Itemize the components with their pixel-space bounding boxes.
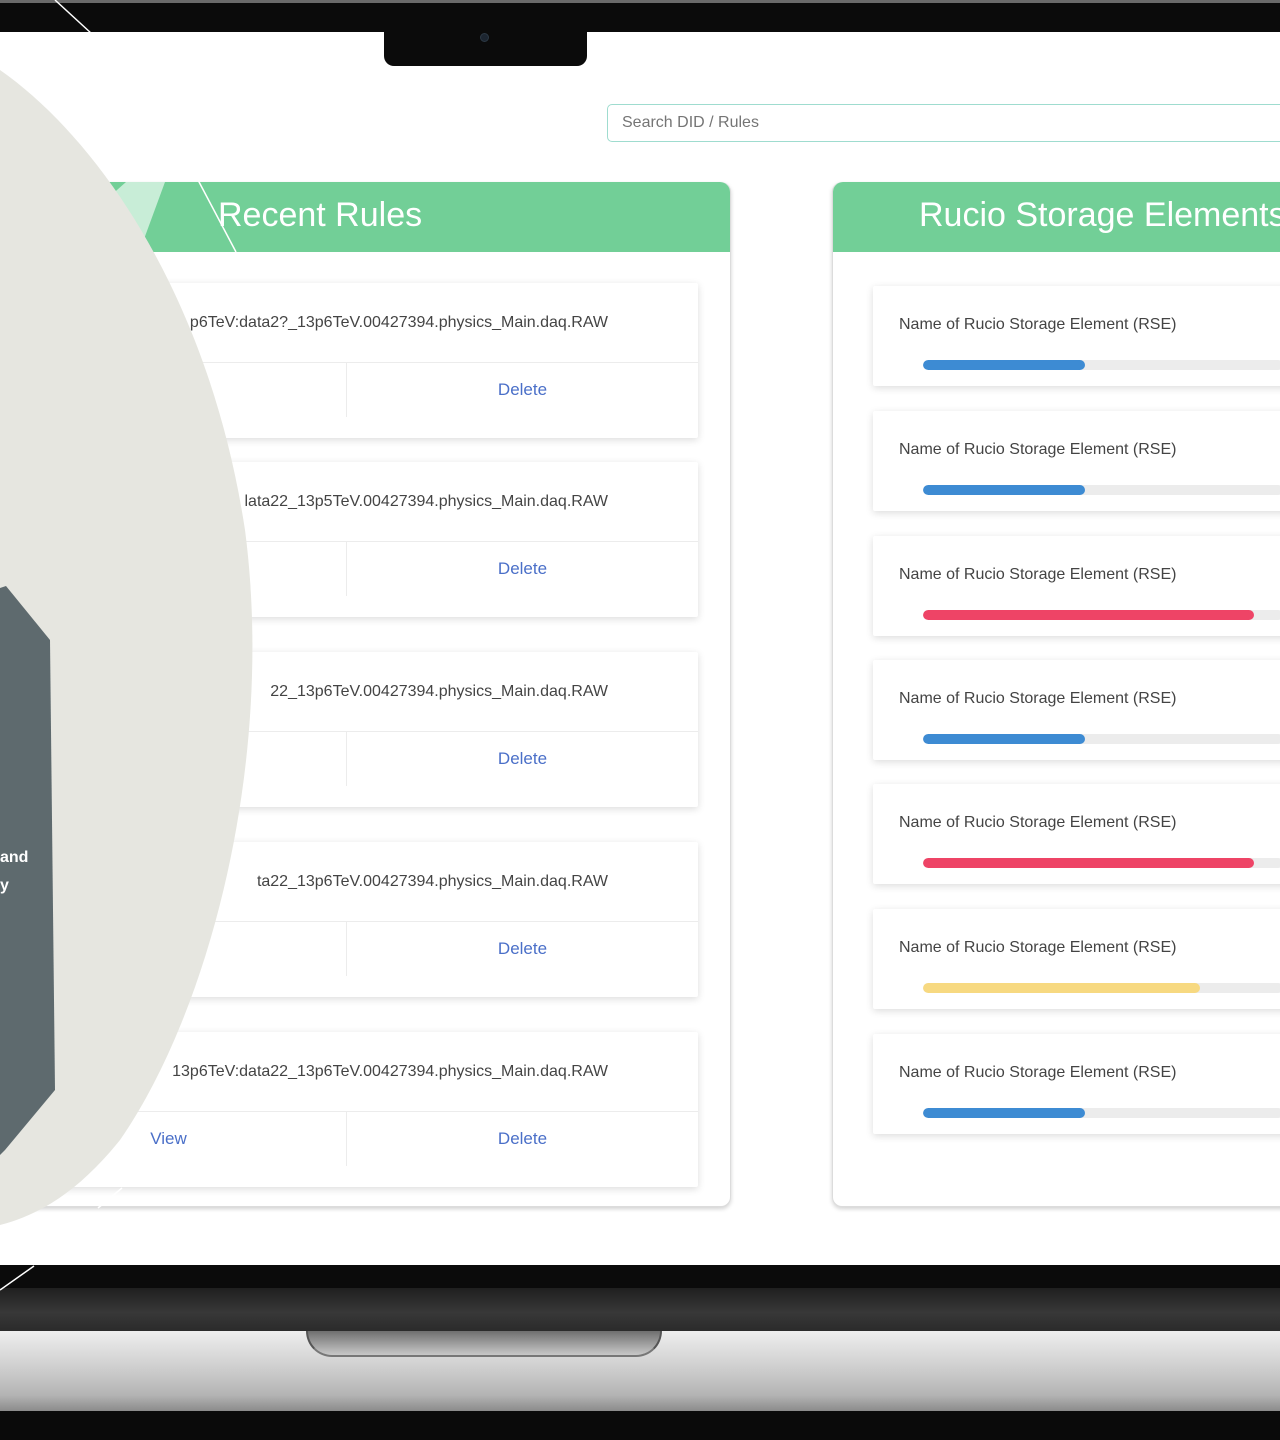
side-caption-line: and <box>0 849 29 866</box>
rse-usage-fill <box>923 1108 1085 1118</box>
view-button[interactable]: View <box>0 1112 347 1166</box>
recent-rules-panel: Recent Rules p6TeV:data2?_13p6TeV.004273… <box>0 182 731 1207</box>
delete-button[interactable]: Delete <box>347 542 698 596</box>
rse-usage-fill <box>923 485 1085 495</box>
search-input[interactable] <box>607 104 1280 142</box>
rse-name: Name of Rucio Storage Element (RSE) <box>899 566 1177 583</box>
rse-usage-fill <box>923 610 1255 620</box>
screen: Recent Rules p6TeV:data2?_13p6TeV.004273… <box>0 32 1280 1265</box>
rule-actions: Delete <box>0 363 698 437</box>
rse-usage-fill <box>923 858 1255 868</box>
rule-card: p6TeV:data2?_13p6TeV.00427394.physics_Ma… <box>0 283 698 438</box>
side-caption: and y <box>0 844 40 900</box>
rse-panel: Rucio Storage Elements Name of Rucio Sto… <box>832 182 1280 1207</box>
floor <box>0 1411 1280 1440</box>
rse-card: Name of Rucio Storage Element (RSE) <box>873 660 1280 760</box>
rse-usage-bar <box>923 858 1280 868</box>
rule-actions: Delete <box>0 542 698 616</box>
rse-card: Name of Rucio Storage Element (RSE) <box>873 536 1280 636</box>
rse-card: Name of Rucio Storage Element (RSE) <box>873 784 1280 884</box>
rse-card: Name of Rucio Storage Element (RSE) <box>873 411 1280 511</box>
rule-actions: View Delete <box>0 1112 698 1186</box>
delete-button[interactable]: Delete <box>347 363 698 417</box>
view-button[interactable] <box>0 542 347 596</box>
rse-panel-title: Rucio Storage Elements <box>833 182 1280 252</box>
delete-button[interactable]: Delete <box>347 732 698 786</box>
view-button[interactable] <box>0 922 347 976</box>
recent-rules-title: Recent Rules <box>0 182 730 252</box>
side-caption-line: y <box>0 877 9 894</box>
rse-name: Name of Rucio Storage Element (RSE) <box>899 316 1177 333</box>
rse-usage-bar <box>923 734 1280 744</box>
rse-usage-bar <box>923 1108 1280 1118</box>
laptop-hinge <box>0 1288 1280 1332</box>
rule-name: ta22_13p6TeV.00427394.physics_Main.daq.R… <box>0 842 698 922</box>
rse-card: Name of Rucio Storage Element (RSE) <box>873 909 1280 1009</box>
rse-usage-fill <box>923 360 1085 370</box>
rse-name: Name of Rucio Storage Element (RSE) <box>899 1064 1177 1081</box>
rse-name: Name of Rucio Storage Element (RSE) <box>899 690 1177 707</box>
rule-name: lata22_13p5TeV.00427394.physics_Main.daq… <box>0 462 698 542</box>
rule-name: 22_13p6TeV.00427394.physics_Main.daq.RAW <box>0 652 698 732</box>
rse-card: Name of Rucio Storage Element (RSE) <box>873 1034 1280 1134</box>
rule-card: ta22_13p6TeV.00427394.physics_Main.daq.R… <box>0 842 698 997</box>
rule-card: lata22_13p5TeV.00427394.physics_Main.daq… <box>0 462 698 617</box>
laptop-notch <box>384 28 587 66</box>
rse-card: Name of Rucio Storage Element (RSE) <box>873 286 1280 386</box>
laptop-bezel-top <box>0 0 1280 32</box>
rule-card: 13p6TeV:data22_13p6TeV.00427394.physics_… <box>0 1032 698 1187</box>
rule-name: p6TeV:data2?_13p6TeV.00427394.physics_Ma… <box>0 283 698 363</box>
rse-usage-bar <box>923 485 1280 495</box>
rule-name: 13p6TeV:data22_13p6TeV.00427394.physics_… <box>0 1032 698 1112</box>
rse-usage-bar <box>923 610 1280 620</box>
camera-icon <box>480 33 489 42</box>
rule-card: 22_13p6TeV.00427394.physics_Main.daq.RAW… <box>0 652 698 807</box>
laptop-opening-lip <box>306 1331 662 1357</box>
rule-actions: Delete <box>0 922 698 996</box>
view-button[interactable] <box>0 732 347 786</box>
delete-button[interactable]: Delete <box>347 922 698 976</box>
rse-name: Name of Rucio Storage Element (RSE) <box>899 814 1177 831</box>
rse-name: Name of Rucio Storage Element (RSE) <box>899 441 1177 458</box>
rse-usage-fill <box>923 983 1201 993</box>
laptop-bezel-bottom <box>0 1265 1280 1290</box>
rse-name: Name of Rucio Storage Element (RSE) <box>899 939 1177 956</box>
rse-usage-bar <box>923 983 1280 993</box>
delete-button[interactable]: Delete <box>347 1112 698 1166</box>
view-button[interactable] <box>0 363 347 417</box>
rse-usage-bar <box>923 360 1280 370</box>
rse-usage-fill <box>923 734 1085 744</box>
rule-actions: Delete <box>0 732 698 806</box>
